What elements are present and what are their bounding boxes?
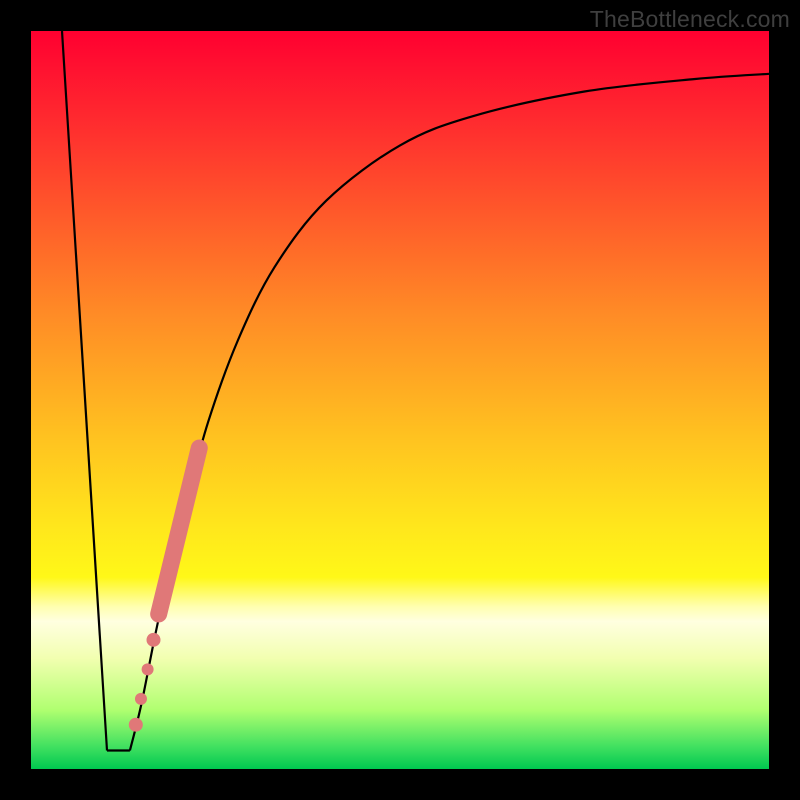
highlight-dot xyxy=(147,633,161,647)
left-slope-line xyxy=(62,31,107,751)
watermark-text: TheBottleneck.com xyxy=(590,6,790,33)
highlight-dot xyxy=(135,693,147,705)
highlight-dot xyxy=(129,718,143,732)
highlight-dot xyxy=(142,663,154,675)
curve-layer xyxy=(62,31,769,751)
chart-svg xyxy=(31,31,769,769)
chart-frame: TheBottleneck.com xyxy=(0,0,800,800)
highlight-layer xyxy=(129,448,199,732)
highlight-bar xyxy=(159,448,200,614)
recovery-curve-line xyxy=(130,74,769,751)
